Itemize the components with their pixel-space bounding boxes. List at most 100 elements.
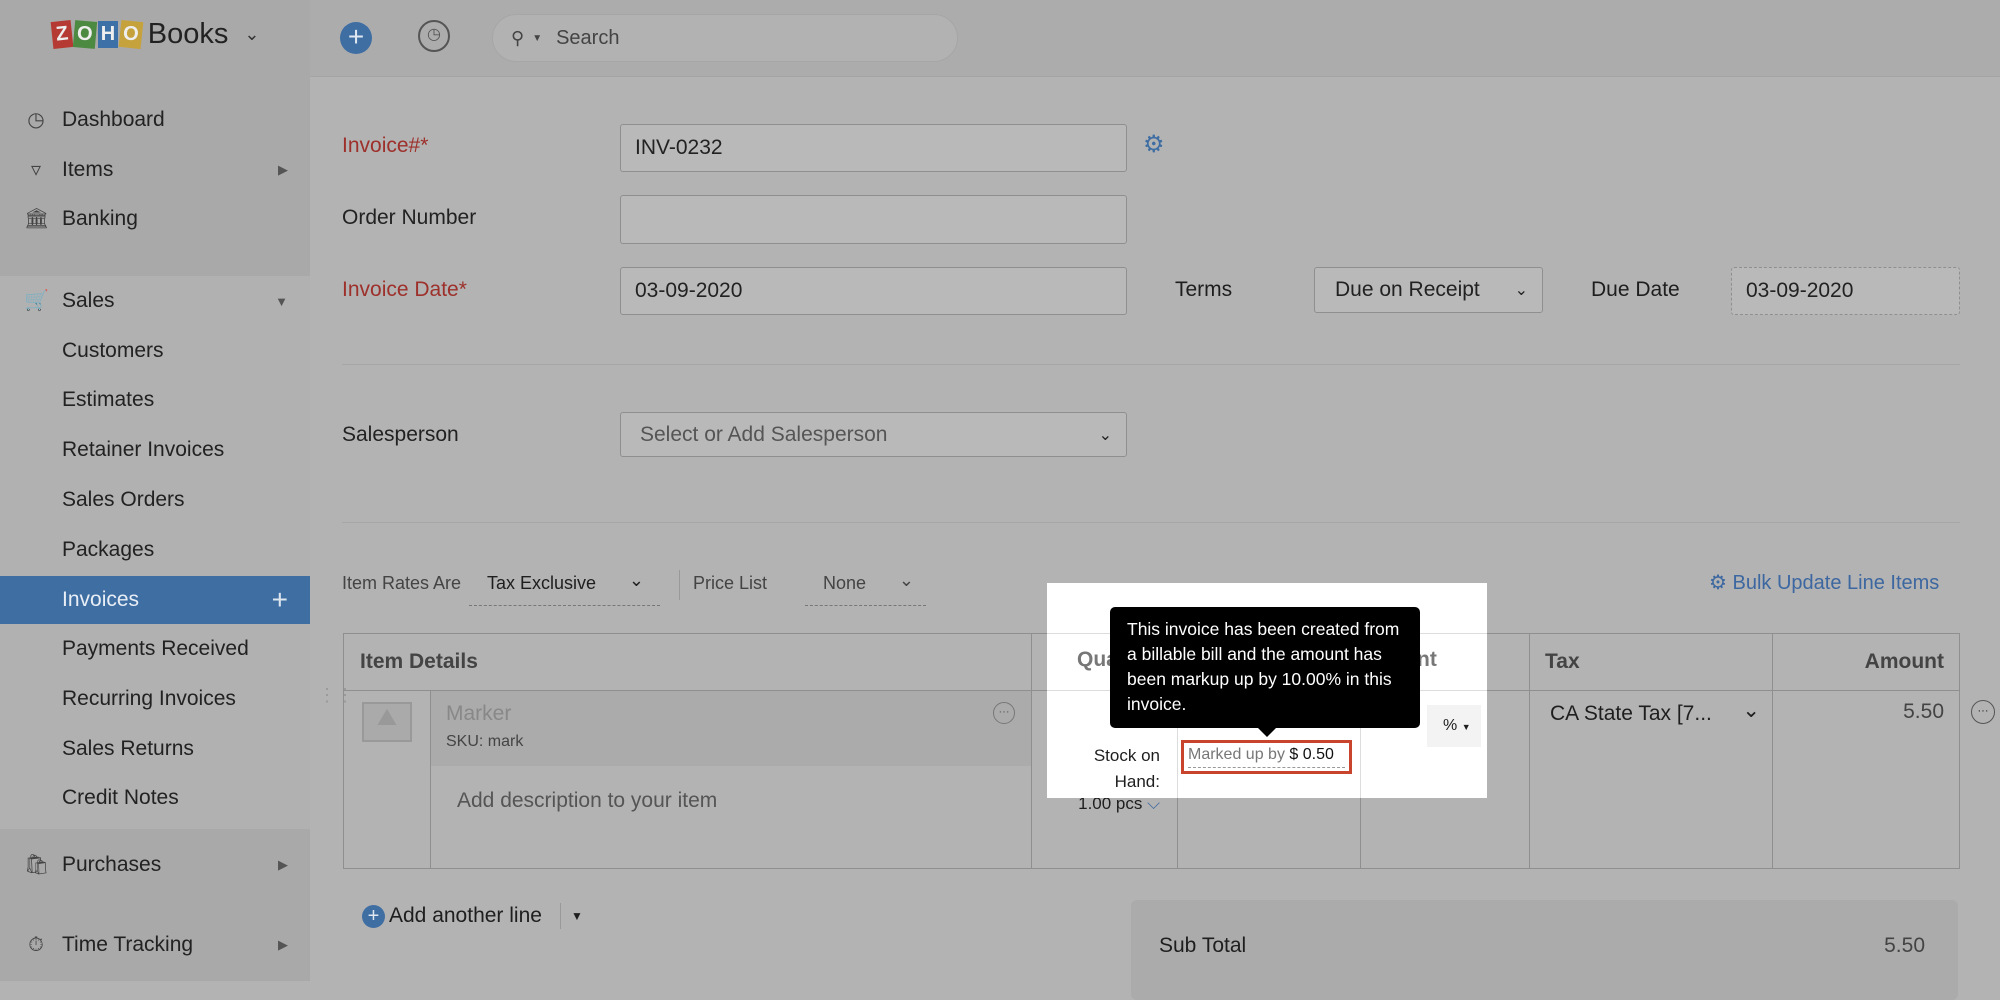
item-name[interactable]: Marker xyxy=(446,702,511,726)
salesperson-select[interactable]: Select or Add Salesperson ⌄ xyxy=(620,412,1127,457)
plus-circle-icon: + xyxy=(362,904,385,928)
sidebar-item-sales[interactable]: 🛒 Sales ▼ xyxy=(0,277,310,325)
drag-handle-icon[interactable]: ⋮⋮ xyxy=(318,686,354,704)
markup-tooltip: This invoice has been created from a bil… xyxy=(1110,607,1420,737)
chevron-down-icon: ⌄ xyxy=(244,24,260,44)
sidebar-item-customers[interactable]: Customers xyxy=(0,327,310,375)
separator xyxy=(679,570,680,600)
discount-unit-value: % xyxy=(1443,717,1458,734)
stock-on-hand-label: Stock on Hand: xyxy=(1067,743,1160,795)
sidebar-item-packages[interactable]: Packages xyxy=(0,526,310,574)
app-name: Books xyxy=(147,18,229,50)
cart-icon: 🛒 xyxy=(24,290,49,312)
quick-create-button[interactable]: + xyxy=(340,22,372,54)
row-options-icon[interactable]: ··· xyxy=(1971,700,1995,724)
sidebar-item-credit-notes[interactable]: Credit Notes xyxy=(0,774,310,822)
invoice-number-input[interactable]: INV-0232 xyxy=(620,124,1127,172)
divider xyxy=(342,364,1960,365)
sidebar-item-purchases[interactable]: 🛍 Purchases ▶ xyxy=(0,841,310,889)
invoice-date-input[interactable]: 03-09-2020 xyxy=(620,267,1127,315)
add-line-label: Add another line xyxy=(389,904,542,927)
discount-unit-select[interactable]: % ▼ xyxy=(1427,705,1481,747)
caret-right-icon: ▶ xyxy=(278,162,288,177)
terms-value: Due on Receipt xyxy=(1335,278,1480,301)
markup-value: $ 0.50 xyxy=(1289,746,1334,763)
markup-badge[interactable]: Marked up by $ 0.50 xyxy=(1181,740,1352,774)
bulk-update-label: Bulk Update Line Items xyxy=(1732,572,1940,594)
bulk-update-link[interactable]: ⚙ Bulk Update Line Items xyxy=(1709,570,1939,595)
plus-icon: + xyxy=(347,21,365,52)
tax-select[interactable]: CA State Tax [7... ⌄ xyxy=(1550,699,1760,726)
search-input[interactable]: ⚲ ▼ Search xyxy=(492,14,958,62)
description-input[interactable]: Add description to your item xyxy=(457,789,717,813)
salesperson-label: Salesperson xyxy=(342,423,459,446)
caret-down-icon: ▼ xyxy=(1461,722,1471,732)
dashboard-icon: ◷ xyxy=(27,109,45,131)
markup-label: Marked up by xyxy=(1188,746,1285,763)
sidebar-item-time-tracking[interactable]: ⏱ Time Tracking ▶ xyxy=(0,921,310,969)
header-tax: Tax xyxy=(1545,650,1580,673)
subtotal-value: 5.50 xyxy=(1884,934,1925,957)
more-options-icon[interactable]: ··· xyxy=(993,702,1015,724)
gear-icon[interactable]: ⚙ xyxy=(1143,130,1165,159)
amount-value: 5.50 xyxy=(1903,700,1944,723)
price-list-value: None xyxy=(823,573,867,593)
gear-icon: ⚙ xyxy=(1709,572,1727,594)
search-icon: ⚲ xyxy=(511,27,525,48)
terms-select[interactable]: Due on Receipt ⌄ xyxy=(1314,267,1543,313)
tooltip-text: This invoice has been created from a bil… xyxy=(1127,619,1400,714)
logo-letter: Z xyxy=(50,20,74,49)
caret-down-icon[interactable]: ▼ xyxy=(571,909,583,923)
terms-label: Terms xyxy=(1175,278,1233,301)
sidebar-item-items[interactable]: ▿ Items ▶ xyxy=(0,146,310,194)
item-rates-select[interactable]: Tax Exclusive ⌄ xyxy=(469,566,660,606)
logo-letter: H xyxy=(97,21,119,48)
item-rates-label: Item Rates Are xyxy=(342,573,462,593)
header-amount: Amount xyxy=(1864,650,1944,673)
basket-icon: ▿ xyxy=(30,159,42,181)
price-list-select[interactable]: None ⌄ xyxy=(805,566,926,606)
caret-down-icon: ▼ xyxy=(532,32,543,44)
chevron-down-icon: ⌄ xyxy=(1514,282,1528,299)
sidebar-item-banking[interactable]: 🏛 Banking xyxy=(0,195,310,243)
price-list-label: Price List xyxy=(693,573,768,593)
sidebar-item-payments-received[interactable]: Payments Received xyxy=(0,625,310,673)
due-date-input[interactable]: 03-09-2020 xyxy=(1731,267,1960,315)
app-logo[interactable]: Z O H O Books ⌄ xyxy=(50,18,260,51)
add-another-line-button[interactable]: + Add another line ▼ xyxy=(362,903,583,929)
invoice-number-label: Invoice#* xyxy=(342,134,429,157)
plus-icon[interactable]: + xyxy=(272,584,288,616)
due-date-label: Due Date xyxy=(1591,278,1680,301)
image-placeholder-icon[interactable]: ⛰ xyxy=(362,702,412,742)
logo-letter: O xyxy=(118,19,144,50)
sidebar-item-invoices[interactable]: Invoices + xyxy=(0,576,310,624)
invoice-number-value: INV-0232 xyxy=(635,136,723,159)
chevron-down-icon: ⌄ xyxy=(628,570,644,590)
logo-letter: O xyxy=(73,20,97,49)
item-sku: SKU: mark xyxy=(446,733,524,750)
stock-label-line: Stock on xyxy=(1093,746,1160,765)
tax-value: CA State Tax [7... xyxy=(1550,702,1712,725)
bank-icon: 🏛 xyxy=(24,208,50,230)
caret-down-icon: ▼ xyxy=(275,293,288,309)
caret-right-icon: ▶ xyxy=(278,937,288,952)
chevron-down-icon: ⌄ xyxy=(898,570,914,590)
history-icon[interactable]: ◷ xyxy=(418,20,450,52)
due-date-value: 03-09-2020 xyxy=(1746,279,1854,302)
invoice-date-label: Invoice Date* xyxy=(342,278,467,301)
divider xyxy=(342,522,1960,523)
chevron-down-icon: ⌄ xyxy=(1742,699,1760,722)
salesperson-placeholder: Select or Add Salesperson xyxy=(640,422,888,446)
sidebar-item-sales-returns[interactable]: Sales Returns xyxy=(0,725,310,773)
caret-right-icon: ▶ xyxy=(278,857,288,872)
search-placeholder: Search xyxy=(556,26,620,49)
item-name-area[interactable] xyxy=(431,691,1031,766)
order-number-input[interactable] xyxy=(620,195,1127,244)
item-rates-value: Tax Exclusive xyxy=(487,573,597,593)
sidebar-item-estimates[interactable]: Estimates xyxy=(0,376,310,424)
sidebar-item-sales-orders[interactable]: Sales Orders xyxy=(0,476,310,524)
stock-label-line: Hand: xyxy=(1114,772,1160,791)
sidebar-item-retainer-invoices[interactable]: Retainer Invoices xyxy=(0,426,310,474)
sidebar-item-dashboard[interactable]: ◷ Dashboard xyxy=(0,96,310,144)
sidebar-item-recurring-invoices[interactable]: Recurring Invoices xyxy=(0,675,310,723)
